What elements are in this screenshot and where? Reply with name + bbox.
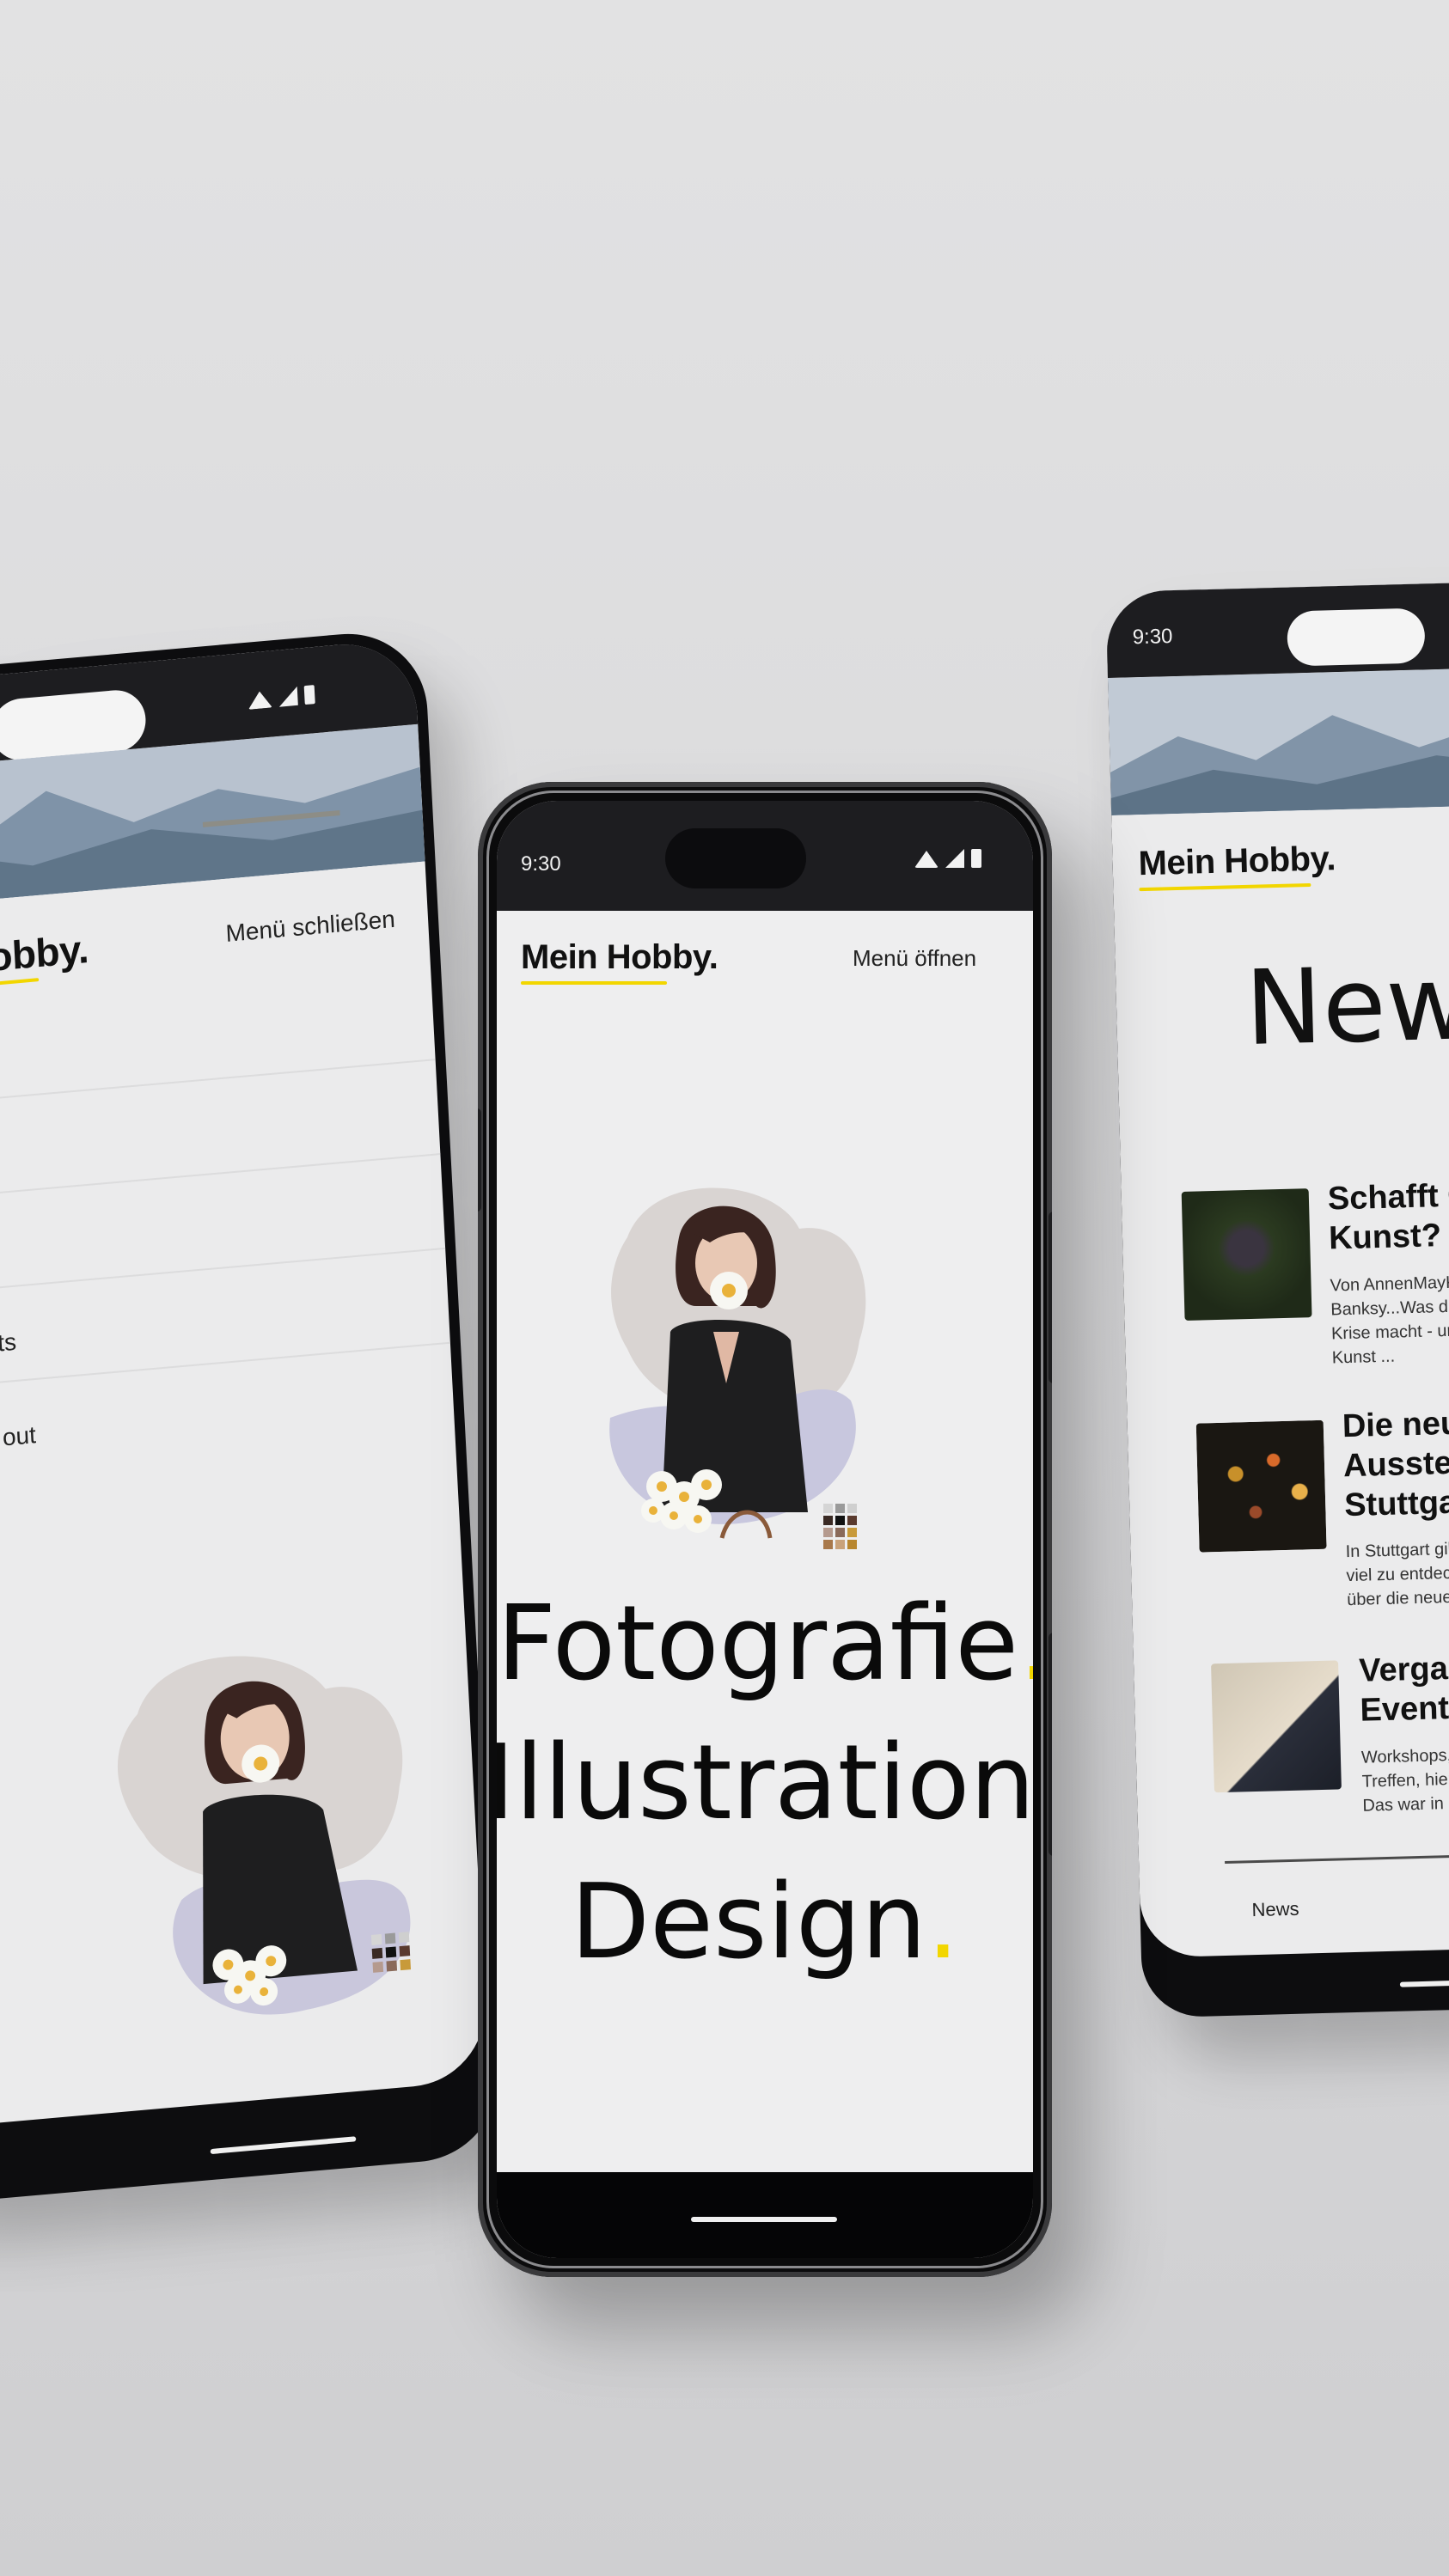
signal-icon	[945, 849, 964, 868]
hero-line-design: Design.	[570, 1863, 960, 1982]
power-button	[1049, 1212, 1052, 1383]
battery-icon	[971, 849, 981, 868]
mockup-scene: Hobby. Menü schließen ts out 9:30 Mein H…	[0, 0, 1449, 2576]
camera-pill	[1287, 607, 1426, 667]
article-thumbnail[interactable]	[1195, 1419, 1327, 1553]
logo-underline	[521, 981, 667, 985]
article-title[interactable]: Schafft C	[1327, 1175, 1449, 1218]
site-logo[interactable]: Hobby.	[0, 925, 89, 983]
accent-dot: .	[926, 1863, 960, 1982]
article-excerpt: Workshops,A	[1360, 1745, 1449, 1767]
left-phone-screen: Hobby. Menü schließen ts out	[0, 638, 489, 2133]
right-phone: 9:30 Mein Hobby. News Schafft C Kunst? V…	[1105, 580, 1449, 2018]
menu-item-label: out	[2, 1421, 37, 1451]
menu-open-link[interactable]: Menü öffnen	[853, 945, 976, 972]
menu-close-link[interactable]: Menü schließen	[225, 906, 396, 948]
article-excerpt: In Stuttgart gib	[1345, 1539, 1449, 1562]
status-time: 9:30	[1132, 625, 1173, 650]
article-thumbnail[interactable]	[1211, 1660, 1342, 1793]
article-title[interactable]: Vergan	[1359, 1648, 1449, 1690]
article-excerpt: Von AnnenMayK	[1330, 1273, 1449, 1296]
battery-icon	[303, 685, 315, 705]
article-excerpt: über die neues	[1346, 1587, 1449, 1610]
home-indicator[interactable]	[1399, 1978, 1449, 1987]
center-statusbar: 9:30	[497, 801, 1033, 911]
menu-item-label: ts	[0, 1328, 17, 1357]
header-banner-image	[1107, 666, 1449, 816]
footer-divider	[1225, 1851, 1449, 1864]
article-title[interactable]: Kunst?	[1329, 1216, 1442, 1258]
article-excerpt: viel zu entdeck	[1346, 1563, 1449, 1586]
article-excerpt: Treffen, hier w	[1361, 1769, 1449, 1792]
article-title[interactable]: Events	[1360, 1688, 1449, 1731]
signal-icon	[278, 686, 298, 707]
dynamic-island	[665, 828, 806, 888]
article-excerpt: Das war in de	[1362, 1794, 1449, 1816]
home-indicator[interactable]	[691, 2217, 837, 2222]
system-icons	[247, 685, 315, 710]
article-title[interactable]: Die neu	[1342, 1404, 1449, 1447]
article-excerpt: Banksy...Was die	[1330, 1297, 1449, 1320]
center-phone: 9:30 Mein Hobby. Menü öffnen Fotografie …	[478, 782, 1052, 2277]
right-statusbar: 9:30	[1105, 580, 1449, 679]
volume-button	[478, 1108, 481, 1212]
woman-illustration	[83, 1619, 464, 2062]
logo-underline	[1139, 882, 1311, 892]
home-indicator[interactable]	[210, 2136, 357, 2155]
wifi-icon	[914, 851, 938, 868]
accent-dot: .	[1018, 1584, 1033, 1704]
article-excerpt: Kunst ...	[1331, 1346, 1396, 1368]
bottom-bar	[497, 2172, 1033, 2258]
wifi-icon	[247, 690, 272, 710]
status-time: 9:30	[521, 852, 561, 876]
site-logo[interactable]: Mein Hobby.	[521, 938, 718, 977]
hero-line-illustration: Illustration.	[497, 1724, 1033, 1843]
site-logo[interactable]: Mein Hobby.	[1138, 839, 1336, 883]
system-icons	[914, 849, 981, 868]
hero-line-photography: Fotografie.	[497, 1584, 1033, 1704]
page-title: News	[1244, 942, 1449, 1069]
article-title[interactable]: Stuttga	[1344, 1483, 1449, 1525]
woman-illustration	[602, 1177, 877, 1581]
logo-underline	[0, 978, 40, 988]
article-thumbnail[interactable]	[1181, 1188, 1312, 1321]
side-button	[1049, 1633, 1052, 1856]
right-phone-screen: 9:30 Mein Hobby. News Schafft C Kunst? V…	[1105, 580, 1449, 1958]
article-excerpt: Krise macht - ur	[1330, 1321, 1449, 1344]
center-phone-screen: 9:30 Mein Hobby. Menü öffnen Fotografie …	[497, 801, 1033, 2258]
left-phone: Hobby. Menü schließen ts out	[0, 626, 504, 2209]
footer-news-link[interactable]: News	[1251, 1898, 1299, 1921]
article-title[interactable]: Ausstel	[1342, 1444, 1449, 1486]
